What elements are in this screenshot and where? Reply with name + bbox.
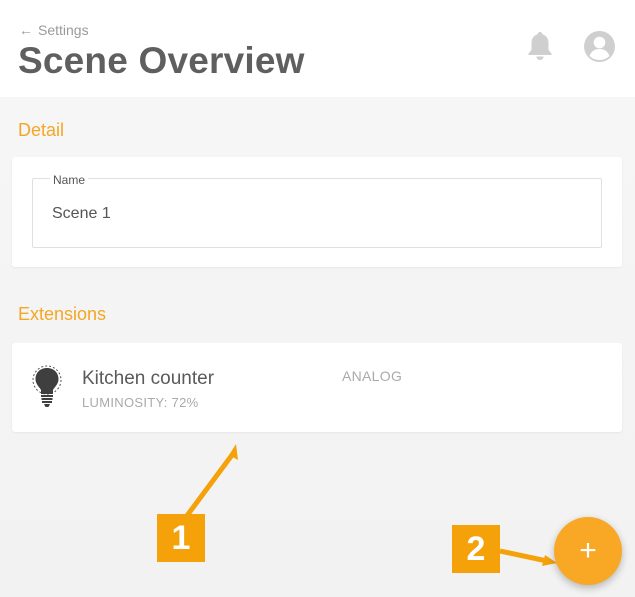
name-field[interactable]	[32, 178, 602, 248]
detail-section-title: Detail	[18, 120, 65, 140]
extensions-section-title: Extensions	[18, 304, 107, 324]
extension-detail: LUMINOSITY: 72%	[82, 395, 199, 410]
back-link-label: Settings	[38, 22, 89, 38]
back-link[interactable]: ← Settings	[19, 22, 89, 38]
annotation-marker-1: 1	[157, 514, 205, 562]
name-field-label: Name	[50, 173, 89, 187]
app-header: ← Settings Scene Overview	[0, 0, 635, 97]
bell-icon[interactable]	[526, 30, 554, 62]
name-field-value[interactable]: Scene 1	[52, 205, 111, 223]
annotation-marker-2: 2	[452, 525, 500, 573]
extension-name: Kitchen counter	[82, 368, 215, 389]
extension-type: ANALOG	[342, 368, 403, 384]
lightbulb-icon	[31, 365, 63, 409]
plus-icon: +	[579, 534, 597, 567]
add-extension-button[interactable]: +	[554, 517, 622, 585]
account-icon[interactable]	[583, 30, 616, 63]
page-title: Scene Overview	[18, 40, 305, 81]
back-arrow-icon: ←	[19, 22, 33, 38]
